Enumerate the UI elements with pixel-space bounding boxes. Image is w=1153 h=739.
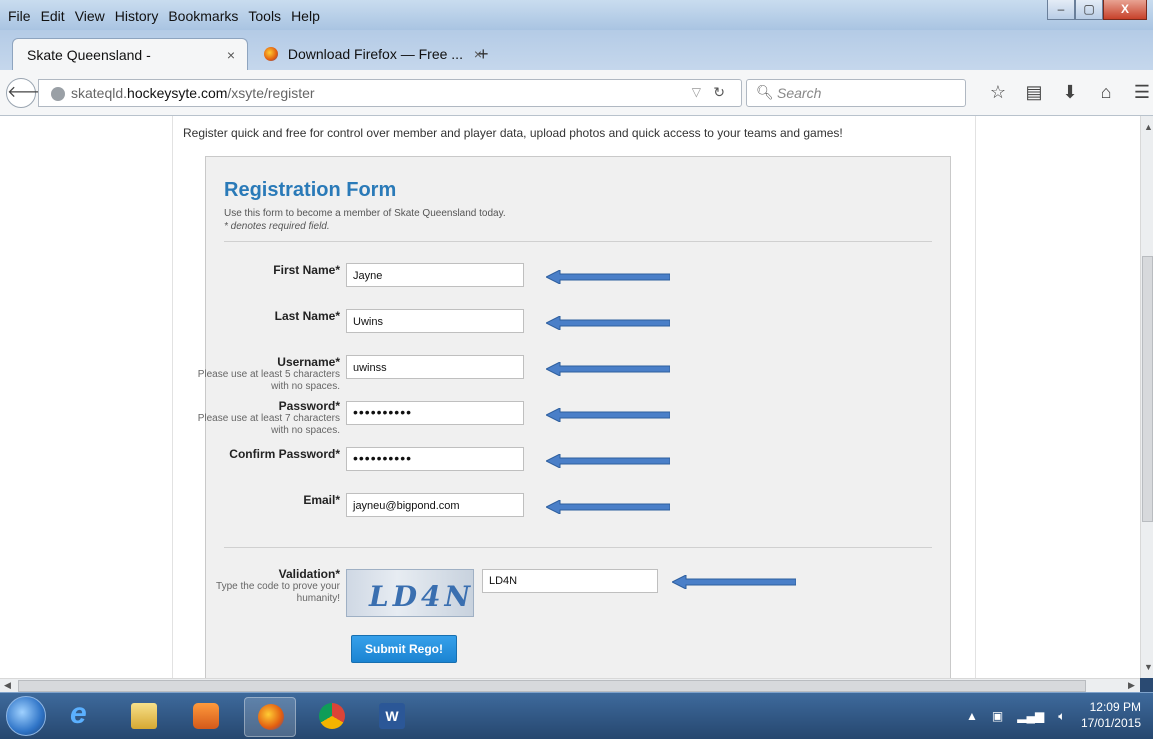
url-path: /xsyte/register [227,85,315,101]
page-viewport: Register quick and free for control over… [0,116,1140,678]
vertical-scroll-thumb[interactable] [1142,256,1153,522]
close-window-button[interactable]: X [1103,0,1147,20]
username-hint: Please use at least 5 characters with no… [197,369,340,392]
menu-help[interactable]: Help [291,8,320,24]
dropdown-icon[interactable]: ▽ [692,85,701,99]
menu-tools[interactable]: Tools [248,8,281,24]
content-column: Register quick and free for control over… [172,116,976,678]
url-host: hockeysyte.com [127,85,228,101]
menu-edit[interactable]: Edit [41,8,65,24]
tab-bar: Skate Queensland - × Download Firefox — … [0,30,1153,70]
tab-skate-queensland[interactable]: Skate Queensland - × [12,38,248,70]
clock-date: 17/01/2015 [1080,716,1141,730]
close-tab-icon[interactable]: × [227,47,235,63]
confirm-password-label: Confirm Password* [229,447,340,461]
system-tray: ▲ ▣ ▂▄▆ 🔈︎ [966,709,1065,724]
bookmark-star-icon[interactable]: ☆ [980,82,1016,103]
email-field[interactable]: jayneu@bigpond.com [346,493,524,517]
intro-text: Register quick and free for control over… [183,126,843,140]
globe-icon [51,87,65,101]
chrome-icon[interactable] [306,697,358,737]
menu-bookmarks[interactable]: Bookmarks [168,8,238,24]
vertical-scrollbar[interactable]: ▲ ▼ [1140,116,1153,678]
menu-icon[interactable]: ☰ [1124,82,1153,103]
maximize-button[interactable]: ▢ [1075,0,1103,20]
menu-view[interactable]: View [75,8,105,24]
validation-hint: Type the code to prove your humanity! [216,581,340,604]
file-explorer-icon[interactable] [118,697,170,737]
start-button[interactable] [6,696,46,736]
new-tab-button[interactable]: + [478,44,489,65]
nav-bar: 🡐 skateqld.hockeysyte.com/xsyte/register… [0,70,1153,116]
url-prefix: skateqld. [71,85,128,101]
clock[interactable]: 12:09 PM 17/01/2015 [1081,699,1141,731]
menu-file[interactable]: File [8,8,31,24]
reading-list-icon[interactable]: ▤ [1016,82,1052,103]
volume-icon[interactable]: 🔈︎ [1058,709,1065,724]
password-field[interactable]: •••••••••• [346,401,524,425]
scroll-down-icon[interactable]: ▼ [1144,662,1153,672]
window-controls: – ▢ X [1047,0,1147,20]
first-name-label: First Name* [273,263,340,277]
arrow-icon [546,316,670,330]
form-desc-text: Use this form to become a member of Skat… [224,208,506,219]
form-description: Use this form to become a member of Skat… [224,207,506,233]
password-hint: Please use at least 7 characters with no… [197,413,340,436]
signal-icon[interactable]: ▂▄▆ [1017,709,1044,724]
arrow-icon [546,270,670,284]
arrow-icon [546,362,670,376]
last-name-label: Last Name* [274,309,340,323]
divider [224,241,932,242]
first-name-field[interactable]: Jayne [346,263,524,287]
scroll-left-icon[interactable]: ◀ [4,680,11,691]
toolbar-icons: ☆ ▤ ⬇ ⌂ ☰ [980,82,1153,103]
reload-icon[interactable]: ↻ [713,84,725,101]
back-button[interactable]: 🡐 [6,78,50,108]
clock-time: 12:09 PM [1089,700,1141,714]
username-field[interactable]: uwinss [346,355,524,379]
divider [224,547,932,548]
last-name-field[interactable]: Uwins [346,309,524,333]
download-icon[interactable]: ⬇ [1052,82,1088,103]
validation-label: Validation* Type the code to prove your h… [190,567,340,605]
tab-download-firefox[interactable]: Download Firefox — Free ... × [250,38,494,70]
username-label: Username* Please use at least 5 character… [190,355,340,393]
arrow-icon [546,454,670,468]
tab-label: Download Firefox — Free ... [287,46,463,62]
email-label: Email* [303,493,340,507]
captcha-field[interactable]: LD4N [482,569,658,593]
tab-label: Skate Queensland - [27,47,151,63]
network-icon[interactable]: ▣ [992,709,1003,724]
tray-expand-icon[interactable]: ▲ [966,709,978,724]
address-bar[interactable]: skateqld.hockeysyte.com/xsyte/register ▽… [38,79,742,107]
minimize-button[interactable]: – [1047,0,1075,20]
search-input[interactable]: 🔍︎ Search [746,79,966,107]
taskbar: e W ▲ ▣ ▂▄▆ 🔈︎ 12:09 PM 17/01/2015 [0,692,1153,739]
required-note: * denotes required field. [224,221,330,232]
horizontal-scrollbar[interactable]: ◀ ▶ [0,678,1140,692]
registration-form: Registration Form Use this form to becom… [198,156,951,678]
menu-bar: File Edit View History Bookmarks Tools H… [8,8,330,24]
internet-explorer-icon[interactable]: e [56,697,108,737]
firefox-icon [264,47,278,61]
arrow-icon [546,500,670,514]
submit-button[interactable]: Submit Rego! [351,635,457,663]
media-player-icon[interactable] [180,697,232,737]
horizontal-scroll-thumb[interactable] [18,680,1086,692]
password-label: Password* Please use at least 7 character… [190,399,340,437]
title-bar: File Edit View History Bookmarks Tools H… [0,0,1153,30]
arrow-icon [672,575,796,589]
captcha-image: LD4N [346,569,474,617]
search-icon: 🔍︎ [756,84,774,100]
scroll-right-icon[interactable]: ▶ [1128,680,1135,691]
scroll-up-icon[interactable]: ▲ [1144,122,1153,132]
word-icon[interactable]: W [366,697,418,737]
arrow-icon [546,408,670,422]
home-icon[interactable]: ⌂ [1088,82,1124,103]
menu-history[interactable]: History [115,8,159,24]
confirm-password-field[interactable]: •••••••••• [346,447,524,471]
form-title: Registration Form [224,179,397,201]
firefox-taskbar-icon[interactable] [244,697,296,737]
search-placeholder: Search [777,85,822,101]
